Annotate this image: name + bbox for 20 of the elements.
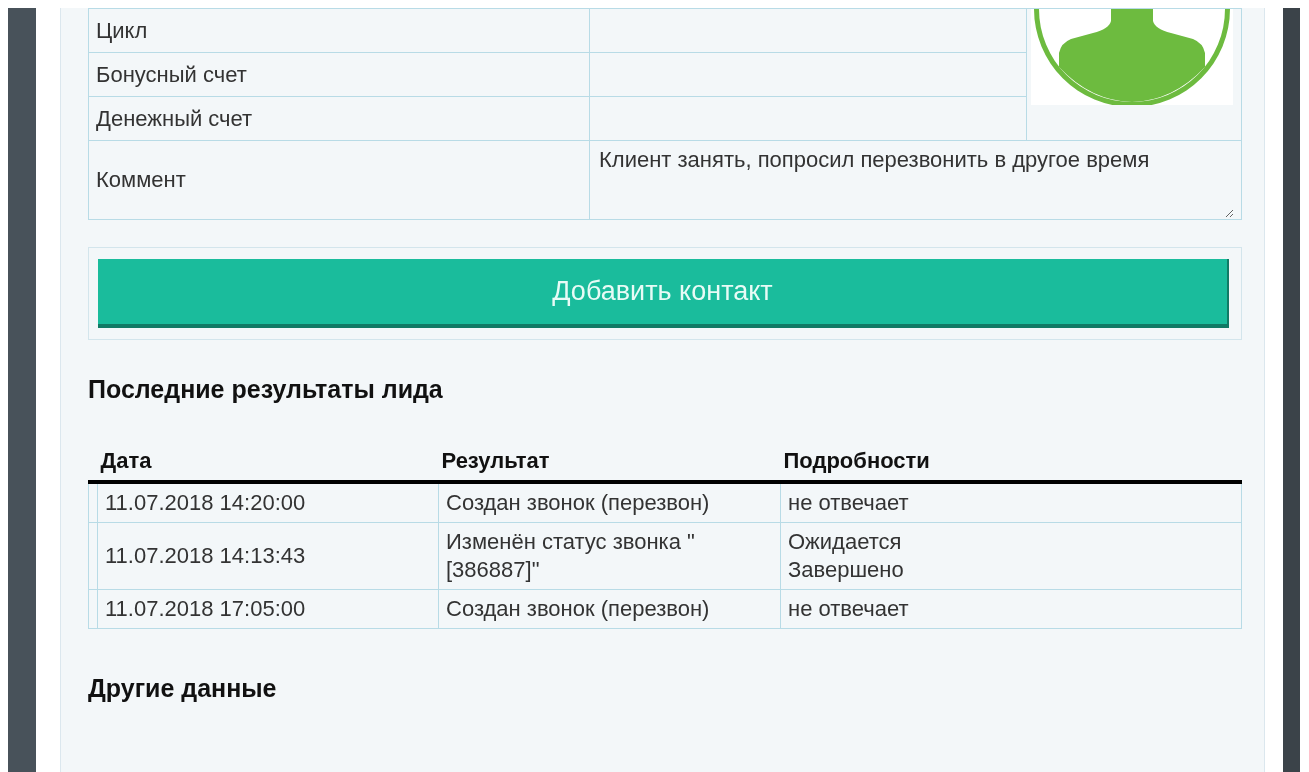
comment-field[interactable]: Клиент занять, попросил перезвонить в другое время [589,140,1242,220]
table-cell: 11.07.2018 17:05:00 [97,589,439,629]
table-cell: не отвечает [780,482,1242,523]
avatar-icon [1031,9,1233,105]
field-label: Коммент [88,140,590,220]
table-cell: Ожидается Завершено [780,522,1242,590]
table-cell: Создан звонок (перезвон) [438,589,781,629]
column-header: Подробности [780,448,1242,482]
table-cell: не отвечает [780,589,1242,629]
section-heading: Другие данные [88,673,278,703]
table-cell: 11.07.2018 14:13:43 [97,522,439,590]
column-header: Результат [438,448,781,482]
field-label: Денежный счет [88,96,590,141]
table-cell: 11.07.2018 14:20:00 [97,482,439,523]
section-heading: Последние результаты лида [88,374,444,404]
table-cell: Создан звонок (перезвон) [438,482,781,523]
table-cell: Изменён статус звонка " [386887]" [438,522,781,590]
field-label: Бонусный счет [88,52,590,97]
field-label: Цикл [88,8,590,53]
column-header: Дата [97,448,439,482]
